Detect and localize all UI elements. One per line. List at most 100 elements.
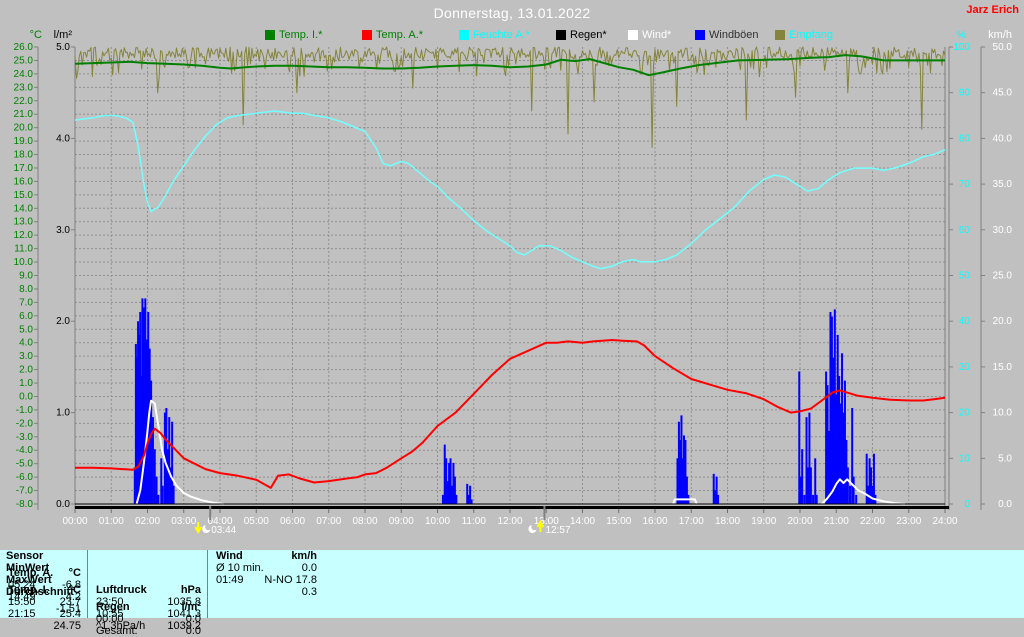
x-axis-labels: 00:00 01:00 02:00 03:00 04:00 05:00 06:00 07:00… (62, 509, 958, 527)
x-axis-label: 18:00 (715, 516, 740, 527)
temp-tick-label: 2.0 (19, 365, 33, 376)
humidity-tick-label: 10 (959, 453, 971, 464)
table-column-header: Luftdruck hPa (88, 584, 207, 596)
table-column: Temp. A. °C 05:24 -6.8 14:49 4.2 -1.51 (0, 567, 88, 615)
humidity-tick-label: 100 (953, 42, 970, 53)
humidity-tick-label: 0 (964, 499, 970, 510)
table-column-header: Wind km/h (208, 550, 323, 562)
temp-tick-label: -3.0 (16, 432, 34, 443)
cell-time: Temp. I. (8, 584, 49, 596)
humidity-tick-label: 50 (959, 271, 971, 282)
temp-tick-label: 25.0 (14, 55, 34, 66)
windspeed-axis-unit: km/h (988, 29, 1012, 41)
temp-tick-label: 4.0 (19, 338, 33, 349)
rain-tick-label: 2.0 (56, 316, 70, 327)
x-axis-label: 16:00 (642, 516, 667, 527)
cell-time: Regen (96, 601, 130, 613)
cell-value: 0.3 (301, 586, 317, 598)
windspeed-tick-label: 0.0 (998, 499, 1012, 510)
cell-value: 0.0 (185, 613, 201, 625)
temp-tick-label: 8.0 (19, 284, 33, 295)
table-cell: Ø 10 min. 0.0 (208, 562, 323, 574)
x-axis-label: 03:00 (171, 516, 196, 527)
windspeed-tick-label: 50.0 (993, 42, 1013, 53)
table-column: Luftdruck hPa 23:50 1035.8 10:55 1041.3 ^1.3hP… (88, 584, 208, 632)
windspeed-tick-label: 40.0 (993, 133, 1013, 144)
table-row-label-column: Sensor MinWert MaxWert Durchschnitt (0, 550, 88, 598)
chart-grid (75, 47, 945, 504)
cell-value: 0.0 (301, 562, 317, 574)
cell-value: °C (68, 584, 81, 596)
rain-axis-unit: l/m² (54, 29, 73, 41)
humidity-tick-label: 20 (959, 408, 971, 419)
x-axis-label: 10:00 (425, 516, 450, 527)
windspeed-axis-labels: 50.0 45.0 40.0 35.0 30.0 25.0 20.0 15.0 10.0 5.0 0… (981, 42, 1012, 510)
x-axis-label: 09:00 (389, 516, 414, 527)
x-axis-label: 14:00 (570, 516, 595, 527)
table-cell: 0.3 (208, 586, 323, 598)
temp-tick-label: 13.0 (14, 217, 34, 228)
windspeed-tick-label: 30.0 (993, 225, 1013, 236)
temp-tick-label: 26.0 (14, 42, 34, 53)
temp-tick-label: 24.0 (14, 69, 34, 80)
table-cell: 24.75 (0, 620, 87, 632)
windspeed-tick-label: 5.0 (998, 453, 1012, 464)
rain-axis-labels: 5.0 4.0 3.0 2.0 1.0 0.0 (56, 42, 75, 510)
humidity-tick-label: 80 (959, 133, 971, 144)
rain-tick-label: 5.0 (56, 42, 70, 53)
x-axis-label: 11:00 (462, 516, 487, 527)
table-column-header: Temp. I. °C (0, 584, 87, 596)
x-axis-label: 22:00 (860, 516, 885, 527)
table-cell: 01:49 N-NO 17.8 (208, 574, 323, 586)
table-column: Regen l/m² 00:00 0.0 Gesamt: 0.0 (88, 601, 208, 637)
table-cell (0, 614, 87, 618)
humidity-tick-label: 30 (959, 362, 971, 373)
table-row-label: Sensor (6, 550, 44, 562)
temp-tick-label: -5.0 (16, 459, 34, 470)
moon-icon (528, 523, 538, 533)
x-axis-label: 23:00 (896, 516, 921, 527)
humidity-tick-label: 60 (959, 225, 971, 236)
series-wind-line (135, 399, 906, 505)
table-column (88, 567, 208, 584)
temp-tick-label: 21.0 (14, 109, 34, 120)
temp-tick-label: 1.0 (19, 378, 33, 389)
temp-tick-label: 19.0 (14, 136, 34, 147)
weather-app-window: Donnerstag, 13.01.2022 Jarz Erich Temp. … (0, 0, 1024, 637)
temp-tick-label: 14.0 (14, 203, 34, 214)
marker-time-label: 03:44 (211, 525, 236, 536)
temp-tick-label: 9.0 (19, 271, 33, 282)
table-column-header: Regen l/m² (88, 601, 207, 613)
temp-tick-label: -4.0 (16, 445, 34, 456)
temp-tick-label: 10.0 (14, 257, 34, 268)
x-axis-label: 21:00 (824, 516, 849, 527)
x-axis-label: 06:00 (280, 516, 305, 527)
rain-tick-label: 3.0 (56, 225, 70, 236)
cell-value: N-NO 17.8 (264, 574, 317, 586)
marker-time-label: 12:57 (545, 525, 570, 536)
cell-value: °C (68, 567, 81, 579)
weather-chart: 26.0 25.0 24.0 23.0 22.0 21.0 20.0 19.0 18.0 17.0… (14, 29, 1013, 536)
x-axis-label: 20:00 (787, 516, 812, 527)
cell-time: 01:49 (216, 574, 244, 586)
table-column (88, 550, 208, 567)
temp-tick-label: 5.0 (19, 324, 33, 335)
table-column (0, 601, 88, 618)
windspeed-tick-label: 45.0 (993, 88, 1013, 99)
humidity-axis-unit: % (956, 29, 966, 41)
table-column: Wind km/h Ø 10 min. 0.0 01:49 N-NO 17.8 0.3 (208, 550, 323, 598)
windspeed-tick-label: 35.0 (993, 179, 1013, 190)
temp-tick-label: 7.0 (19, 297, 33, 308)
x-axis-label: 19:00 (751, 516, 776, 527)
statistics-table: Sensor MinWert MaxWert Durchschnitt Temp. A.… (0, 550, 1024, 637)
x-axis-label: 01:00 (99, 516, 124, 527)
temp-tick-label: 11.0 (14, 244, 33, 255)
cell-value: l/m² (181, 601, 201, 613)
x-axis-label: 24:00 (932, 516, 957, 527)
x-axis-label: 08:00 (352, 516, 377, 527)
humidity-tick-label: 70 (959, 179, 971, 190)
cell-value: 24.75 (53, 620, 81, 632)
cell-time: Ø 10 min. (216, 562, 264, 574)
temp-tick-label: 23.0 (14, 82, 34, 93)
humidity-axis-labels: 1009080706050403020100 (949, 42, 970, 510)
